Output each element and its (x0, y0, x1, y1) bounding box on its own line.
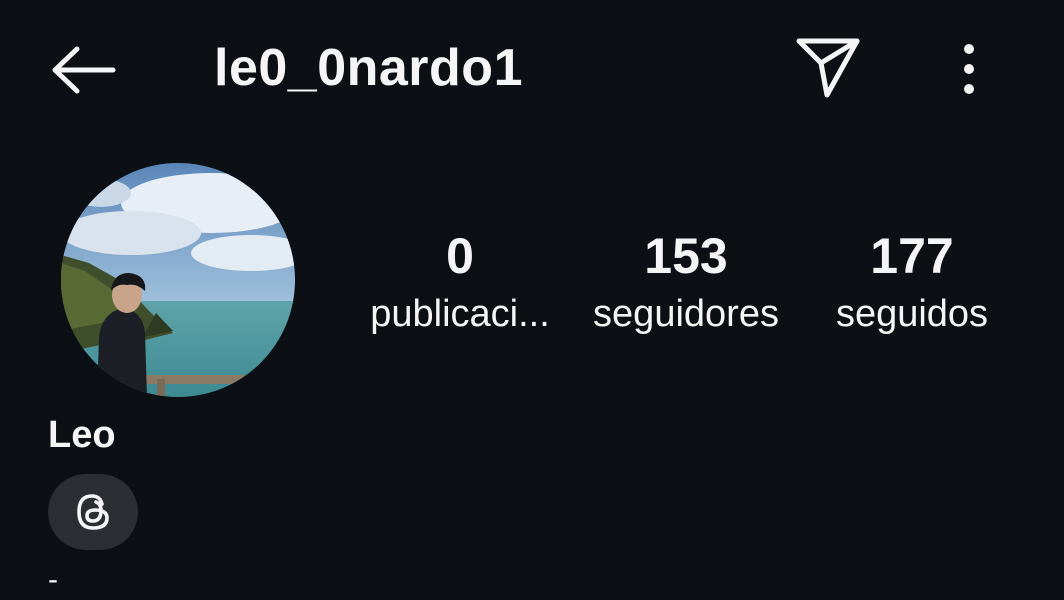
stat-posts-label: publicaci... (370, 293, 550, 335)
stat-followers[interactable]: 153 seguidores (580, 224, 792, 340)
threads-icon (77, 494, 109, 530)
stat-posts-value: 0 (446, 228, 474, 284)
stat-following-value: 177 (870, 228, 954, 284)
more-vertical-icon (964, 44, 974, 94)
back-button[interactable] (44, 38, 120, 102)
paper-plane-icon (796, 38, 860, 98)
profile-display-name: Leo (48, 414, 116, 456)
send-message-button[interactable] (790, 32, 866, 102)
profile-avatar[interactable] (61, 163, 295, 397)
arrow-left-icon (52, 46, 116, 94)
more-options-button[interactable] (944, 36, 994, 100)
stat-following-label: seguidos (835, 293, 989, 335)
top-bar: le0_0nardo1 (0, 0, 1064, 136)
profile-bio: - (48, 563, 58, 596)
stat-followers-value: 153 (644, 228, 728, 284)
profile-username: le0_0nardo1 (214, 39, 523, 97)
profile-photo (61, 163, 295, 397)
stat-followers-label: seguidores (593, 293, 779, 335)
stat-posts[interactable]: 0 publicaci... (360, 224, 560, 340)
stat-following[interactable]: 177 seguidos (822, 224, 1002, 340)
threads-badge-button[interactable] (48, 474, 138, 550)
